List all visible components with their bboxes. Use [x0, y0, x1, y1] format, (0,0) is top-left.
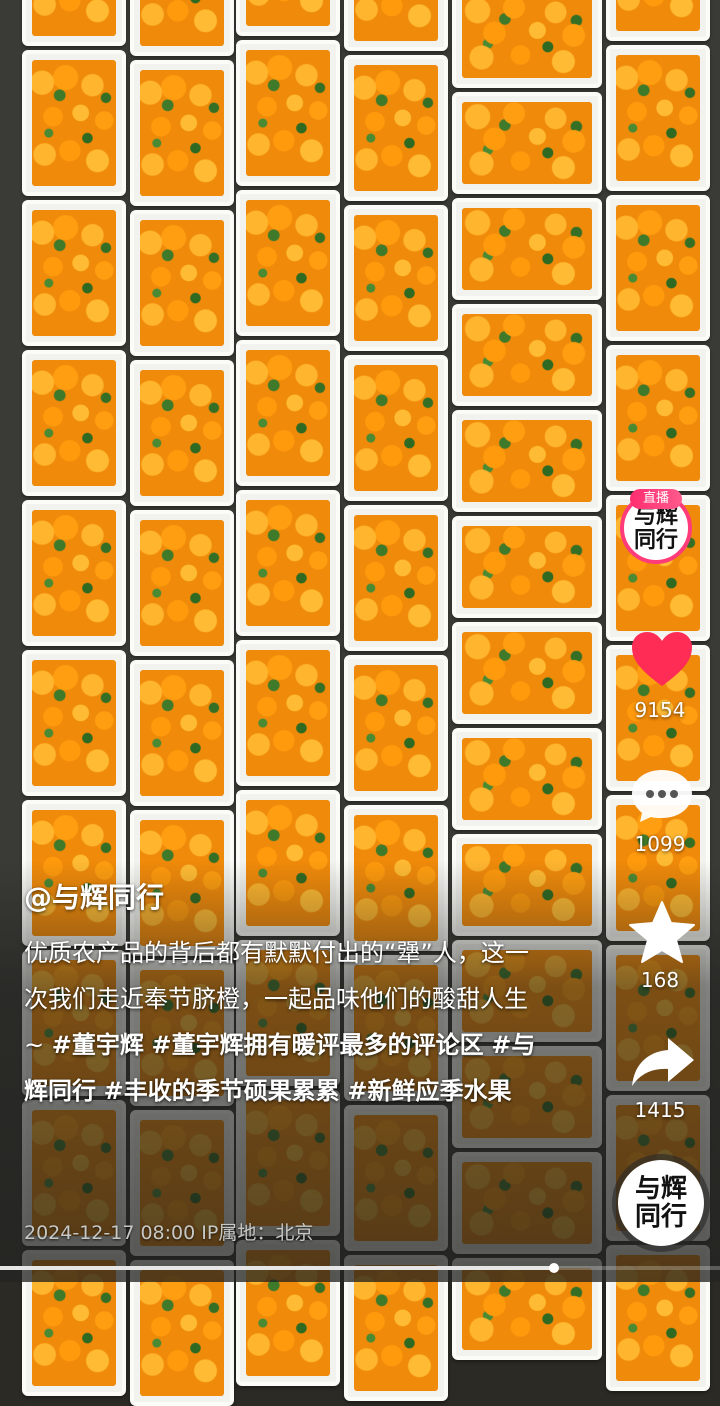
- like-button[interactable]: [630, 630, 694, 688]
- progress-fill: [0, 1266, 555, 1270]
- hashtag[interactable]: #新鲜应季水果: [347, 1077, 511, 1105]
- action-rail: 与辉同行 直播 9154 1099 168 1415 与辉同行: [608, 0, 712, 1282]
- favorite-count-wrap: 168: [608, 968, 712, 992]
- orange-crate: [452, 304, 602, 406]
- favorite-button[interactable]: [628, 900, 696, 964]
- orange-crate: [22, 200, 126, 346]
- share-icon: [632, 1038, 694, 1086]
- orange-crate: [130, 60, 234, 206]
- orange-crate: [452, 92, 602, 194]
- video-progress-bar[interactable]: [0, 1263, 720, 1273]
- avatar-logo-text: 与辉同行: [634, 503, 679, 553]
- comment-count-wrap: 1099: [608, 832, 712, 856]
- hashtag[interactable]: #董宇辉: [52, 1031, 144, 1059]
- orange-crate: [452, 410, 602, 512]
- like-count: 9154: [634, 698, 686, 722]
- orange-crate: [22, 500, 126, 646]
- music-disc-avatar[interactable]: 与辉同行: [618, 1160, 704, 1246]
- post-meta: 2024-12-17 08:00 IP属地：北京: [24, 1222, 314, 1244]
- orange-crate: [452, 516, 602, 618]
- author-name[interactable]: @与辉同行: [24, 876, 164, 916]
- orange-crate: [452, 728, 602, 830]
- orange-crate: [344, 55, 448, 201]
- orange-crate: [236, 490, 340, 636]
- music-disc-logo-text: 与辉同行: [634, 1174, 687, 1232]
- orange-crate: [344, 655, 448, 801]
- share-button[interactable]: [628, 1034, 696, 1090]
- orange-crate: [22, 650, 126, 796]
- orange-crate: [344, 205, 448, 351]
- orange-crate: [130, 210, 234, 356]
- share-count-wrap: 1415: [608, 1098, 712, 1122]
- orange-crate: [130, 660, 234, 806]
- orange-crate: [236, 0, 340, 36]
- comment-icon: [632, 770, 692, 822]
- orange-crate: [236, 190, 340, 336]
- comment-count: 1099: [634, 832, 686, 856]
- star-icon: [629, 901, 695, 963]
- hashtag[interactable]: #丰收的季节硕果累累: [104, 1077, 340, 1105]
- orange-crate: [130, 0, 234, 56]
- orange-crate: [236, 640, 340, 786]
- video-caption: 优质农产品的背后都有默默付出的“犟”人，这一次我们走近奉节脐橙，一起品味他们的酸…: [24, 930, 544, 1114]
- hashtag[interactable]: #董宇辉拥有暖评最多的评论区: [152, 1031, 484, 1059]
- orange-crate: [344, 505, 448, 651]
- comment-button[interactable]: [630, 768, 694, 824]
- orange-crate: [130, 510, 234, 656]
- orange-crate: [452, 622, 602, 724]
- like-count-wrap: 9154: [608, 698, 712, 722]
- orange-crate: [22, 0, 126, 46]
- orange-crate: [236, 340, 340, 486]
- orange-crate: [344, 0, 448, 51]
- orange-crate: [344, 355, 448, 501]
- share-count: 1415: [634, 1098, 686, 1122]
- heart-icon: [632, 632, 692, 686]
- orange-crate: [130, 360, 234, 506]
- orange-crate: [22, 350, 126, 496]
- orange-crate: [22, 50, 126, 196]
- orange-crate: [236, 40, 340, 186]
- favorite-count: 168: [640, 968, 680, 992]
- live-badge: 直播: [630, 489, 682, 509]
- orange-crate: [452, 198, 602, 300]
- orange-crate: [452, 0, 602, 88]
